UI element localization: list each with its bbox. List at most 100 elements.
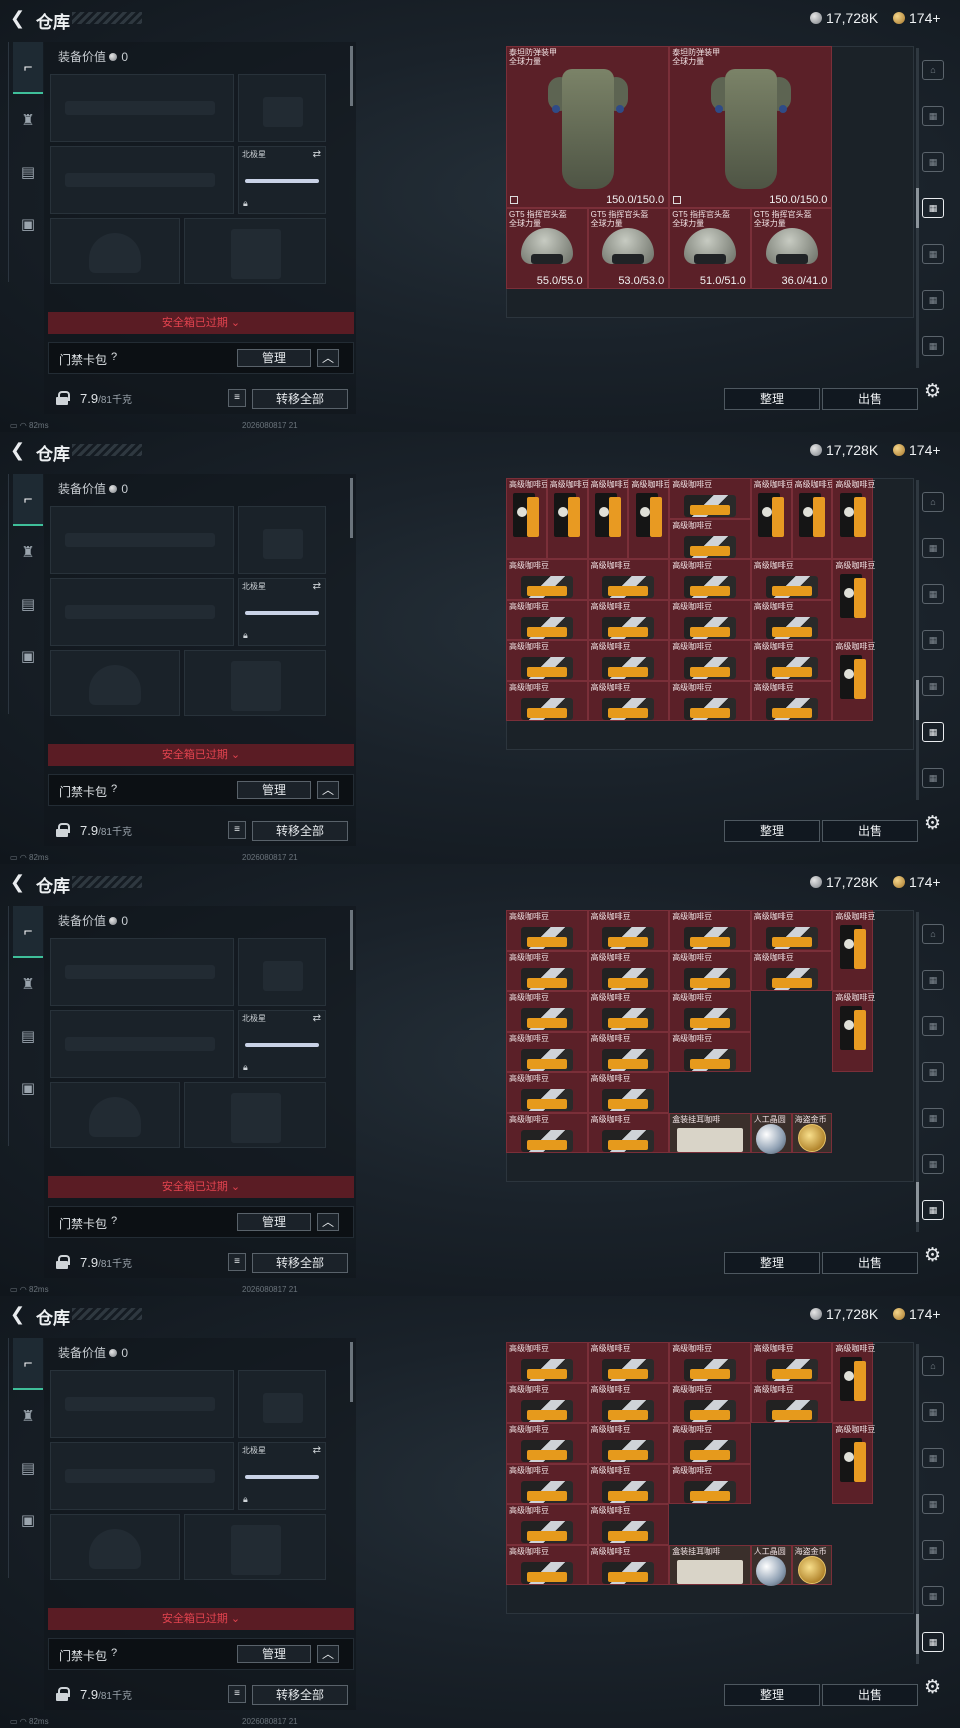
pistol-slot[interactable] [238, 938, 326, 1006]
inventory-item[interactable]: 盒装挂耳咖啡 [669, 1112, 751, 1153]
inventory-item[interactable]: 高级咖啡豆 [750, 950, 833, 991]
inventory-item[interactable]: 高级咖啡豆 [750, 599, 833, 640]
manage-button[interactable]: 管理 [237, 781, 311, 799]
inventory-item[interactable]: 高级咖啡豆 [628, 478, 671, 559]
help-icon[interactable]: ? [111, 1647, 117, 1659]
inventory-item[interactable]: 高级咖啡豆 [587, 599, 670, 640]
inventory-item[interactable]: GT5 指挥官头盔 全球力量 53.0/53.0 [587, 208, 670, 289]
manage-button[interactable]: 管理 [237, 1213, 311, 1231]
home-icon[interactable]: ⌂ [922, 492, 944, 512]
inventory-item[interactable]: 高级咖啡豆 [587, 1544, 670, 1585]
sell-button[interactable]: 出售 [822, 1252, 918, 1274]
inventory-item[interactable]: 高级咖啡豆 [587, 559, 670, 600]
inventory-item[interactable]: 高级咖啡豆 [587, 1072, 670, 1113]
inventory-item[interactable]: 高级咖啡豆 [832, 640, 875, 721]
gold-currency[interactable]: 174+ [893, 1306, 941, 1322]
inventory-item[interactable]: 高级咖啡豆 [587, 640, 670, 681]
briefcase-icon[interactable]: ▣ [13, 630, 43, 682]
manage-button[interactable]: 管理 [237, 349, 311, 367]
help-icon[interactable]: ? [111, 351, 117, 363]
inventory-item[interactable]: 高级咖啡豆 [506, 910, 588, 951]
inventory-item[interactable]: 高级咖啡豆 [506, 599, 588, 640]
melee-slot[interactable]: 北极星 ⇄ 🔒︎ [238, 1010, 326, 1078]
melee-slot[interactable]: 北极星 ⇄ 🔒︎ [238, 1442, 326, 1510]
secondary-weapon-slot[interactable] [50, 146, 234, 214]
inventory-item[interactable]: 高级咖啡豆 [832, 910, 875, 991]
armor-slot[interactable] [184, 218, 326, 284]
inventory-item[interactable]: 高级咖啡豆 [506, 1112, 588, 1153]
inventory-item[interactable]: 高级咖啡豆 [506, 1072, 588, 1113]
gold-currency[interactable]: 174+ [893, 442, 941, 458]
helmet-slot[interactable] [50, 650, 180, 716]
inventory-item[interactable]: 高级咖啡豆 [669, 1031, 751, 1072]
home-icon[interactable]: ⌂ [922, 924, 944, 944]
helmet-slot[interactable] [50, 218, 180, 284]
gun-icon[interactable]: ⌐ [13, 42, 43, 94]
inventory-item[interactable]: 高级咖啡豆 [750, 478, 794, 559]
inventory-item[interactable]: 高级咖啡豆 [587, 910, 670, 951]
secondary-weapon-slot[interactable] [50, 578, 234, 646]
inventory-item[interactable]: 高级咖啡豆 [506, 1423, 588, 1464]
inventory-item[interactable]: 高级咖啡豆 [506, 680, 588, 721]
transfer-all-button[interactable]: 转移全部 [252, 821, 348, 841]
inventory-item[interactable]: 海盗金币 [791, 1112, 833, 1153]
storage-tab-icon[interactable]: ▦ [922, 1540, 944, 1560]
sort-button[interactable]: 整理 [724, 820, 820, 842]
inventory-item[interactable]: 高级咖啡豆 [587, 1031, 670, 1072]
swap-icon[interactable]: ⇄ [313, 1013, 321, 1024]
gear-icon[interactable]: ⚙ [924, 1244, 941, 1267]
transfer-all-button[interactable]: 转移全部 [252, 389, 348, 409]
storage-tab-icon[interactable]: ▦ [922, 538, 944, 558]
safe-box-expired-bar[interactable]: 安全箱已过期 ⌄ [48, 1176, 354, 1198]
equipment-scrollbar[interactable] [350, 46, 353, 106]
melee-slot[interactable]: 北极星 ⇄ 🔒︎ [238, 146, 326, 214]
inventory-item[interactable]: 高级咖啡豆 [750, 1342, 833, 1383]
storage-tab-icon[interactable]: ▦ [922, 676, 944, 696]
inventory-item[interactable]: 高级咖啡豆 [506, 991, 588, 1032]
inventory-item[interactable]: 高级咖啡豆 [506, 950, 588, 991]
inventory-item[interactable]: 高级咖啡豆 [832, 991, 875, 1072]
clipboard-icon[interactable]: ▤ [13, 578, 43, 630]
storage-tab-icon[interactable]: ▦ [922, 584, 944, 604]
manage-button[interactable]: 管理 [237, 1645, 311, 1663]
back-icon[interactable]: ❮ [10, 441, 28, 459]
inventory-item[interactable]: 高级咖啡豆 [587, 680, 670, 721]
inventory-item[interactable]: 高级咖啡豆 [791, 478, 835, 559]
storage-tab-icon[interactable]: ▦ [922, 768, 944, 788]
swap-icon[interactable]: ⇄ [313, 149, 321, 160]
pistol-slot[interactable] [238, 506, 326, 574]
swap-icon[interactable]: ⇄ [313, 581, 321, 592]
chevron-up-icon[interactable]: ︿ [317, 349, 339, 367]
storage-tab-icon[interactable]: ▦ [922, 1108, 944, 1128]
gear-icon[interactable]: ⚙ [924, 1676, 941, 1699]
storage-tab-icon[interactable]: ▦ [922, 244, 944, 264]
inventory-item[interactable]: 高级咖啡豆 [669, 478, 751, 519]
storage-tab-icon[interactable]: ▦ [922, 1062, 944, 1082]
pistol-slot[interactable] [238, 1370, 326, 1438]
clipboard-icon[interactable]: ▤ [13, 1442, 43, 1494]
inventory-item[interactable]: 高级咖啡豆 [506, 478, 549, 559]
armor-icon[interactable]: ♜ [13, 94, 43, 146]
storage-tab-icon[interactable]: ▦ [922, 1200, 944, 1220]
sort-button[interactable]: 整理 [724, 1252, 820, 1274]
armor-slot[interactable] [184, 650, 326, 716]
back-icon[interactable]: ❮ [10, 1305, 28, 1323]
inventory-item[interactable]: 高级咖啡豆 [669, 559, 751, 600]
armor-icon[interactable]: ♜ [13, 958, 43, 1010]
storage-tab-icon[interactable]: ▦ [922, 152, 944, 172]
inventory-item[interactable]: GT5 指挥官头盔 全球力量 36.0/41.0 [750, 208, 833, 289]
storage-tab-icon[interactable]: ▦ [922, 1016, 944, 1036]
sort-button[interactable]: 整理 [724, 1684, 820, 1706]
sell-button[interactable]: 出售 [822, 388, 918, 410]
clipboard-icon[interactable]: ▤ [13, 1010, 43, 1062]
inventory-item[interactable]: 高级咖啡豆 [832, 559, 875, 640]
inventory-item[interactable]: 高级咖啡豆 [669, 991, 751, 1032]
storage-tab-icon[interactable]: ▦ [922, 1494, 944, 1514]
inventory-item[interactable]: 高级咖啡豆 [506, 640, 588, 681]
primary-weapon-slot[interactable] [50, 506, 234, 574]
storage-tab-icon[interactable]: ▦ [922, 290, 944, 310]
transfer-all-button[interactable]: 转移全部 [252, 1253, 348, 1273]
inventory-item[interactable]: 高级咖啡豆 [832, 1423, 875, 1504]
secondary-weapon-slot[interactable] [50, 1442, 234, 1510]
safe-box-expired-bar[interactable]: 安全箱已过期 ⌄ [48, 312, 354, 334]
